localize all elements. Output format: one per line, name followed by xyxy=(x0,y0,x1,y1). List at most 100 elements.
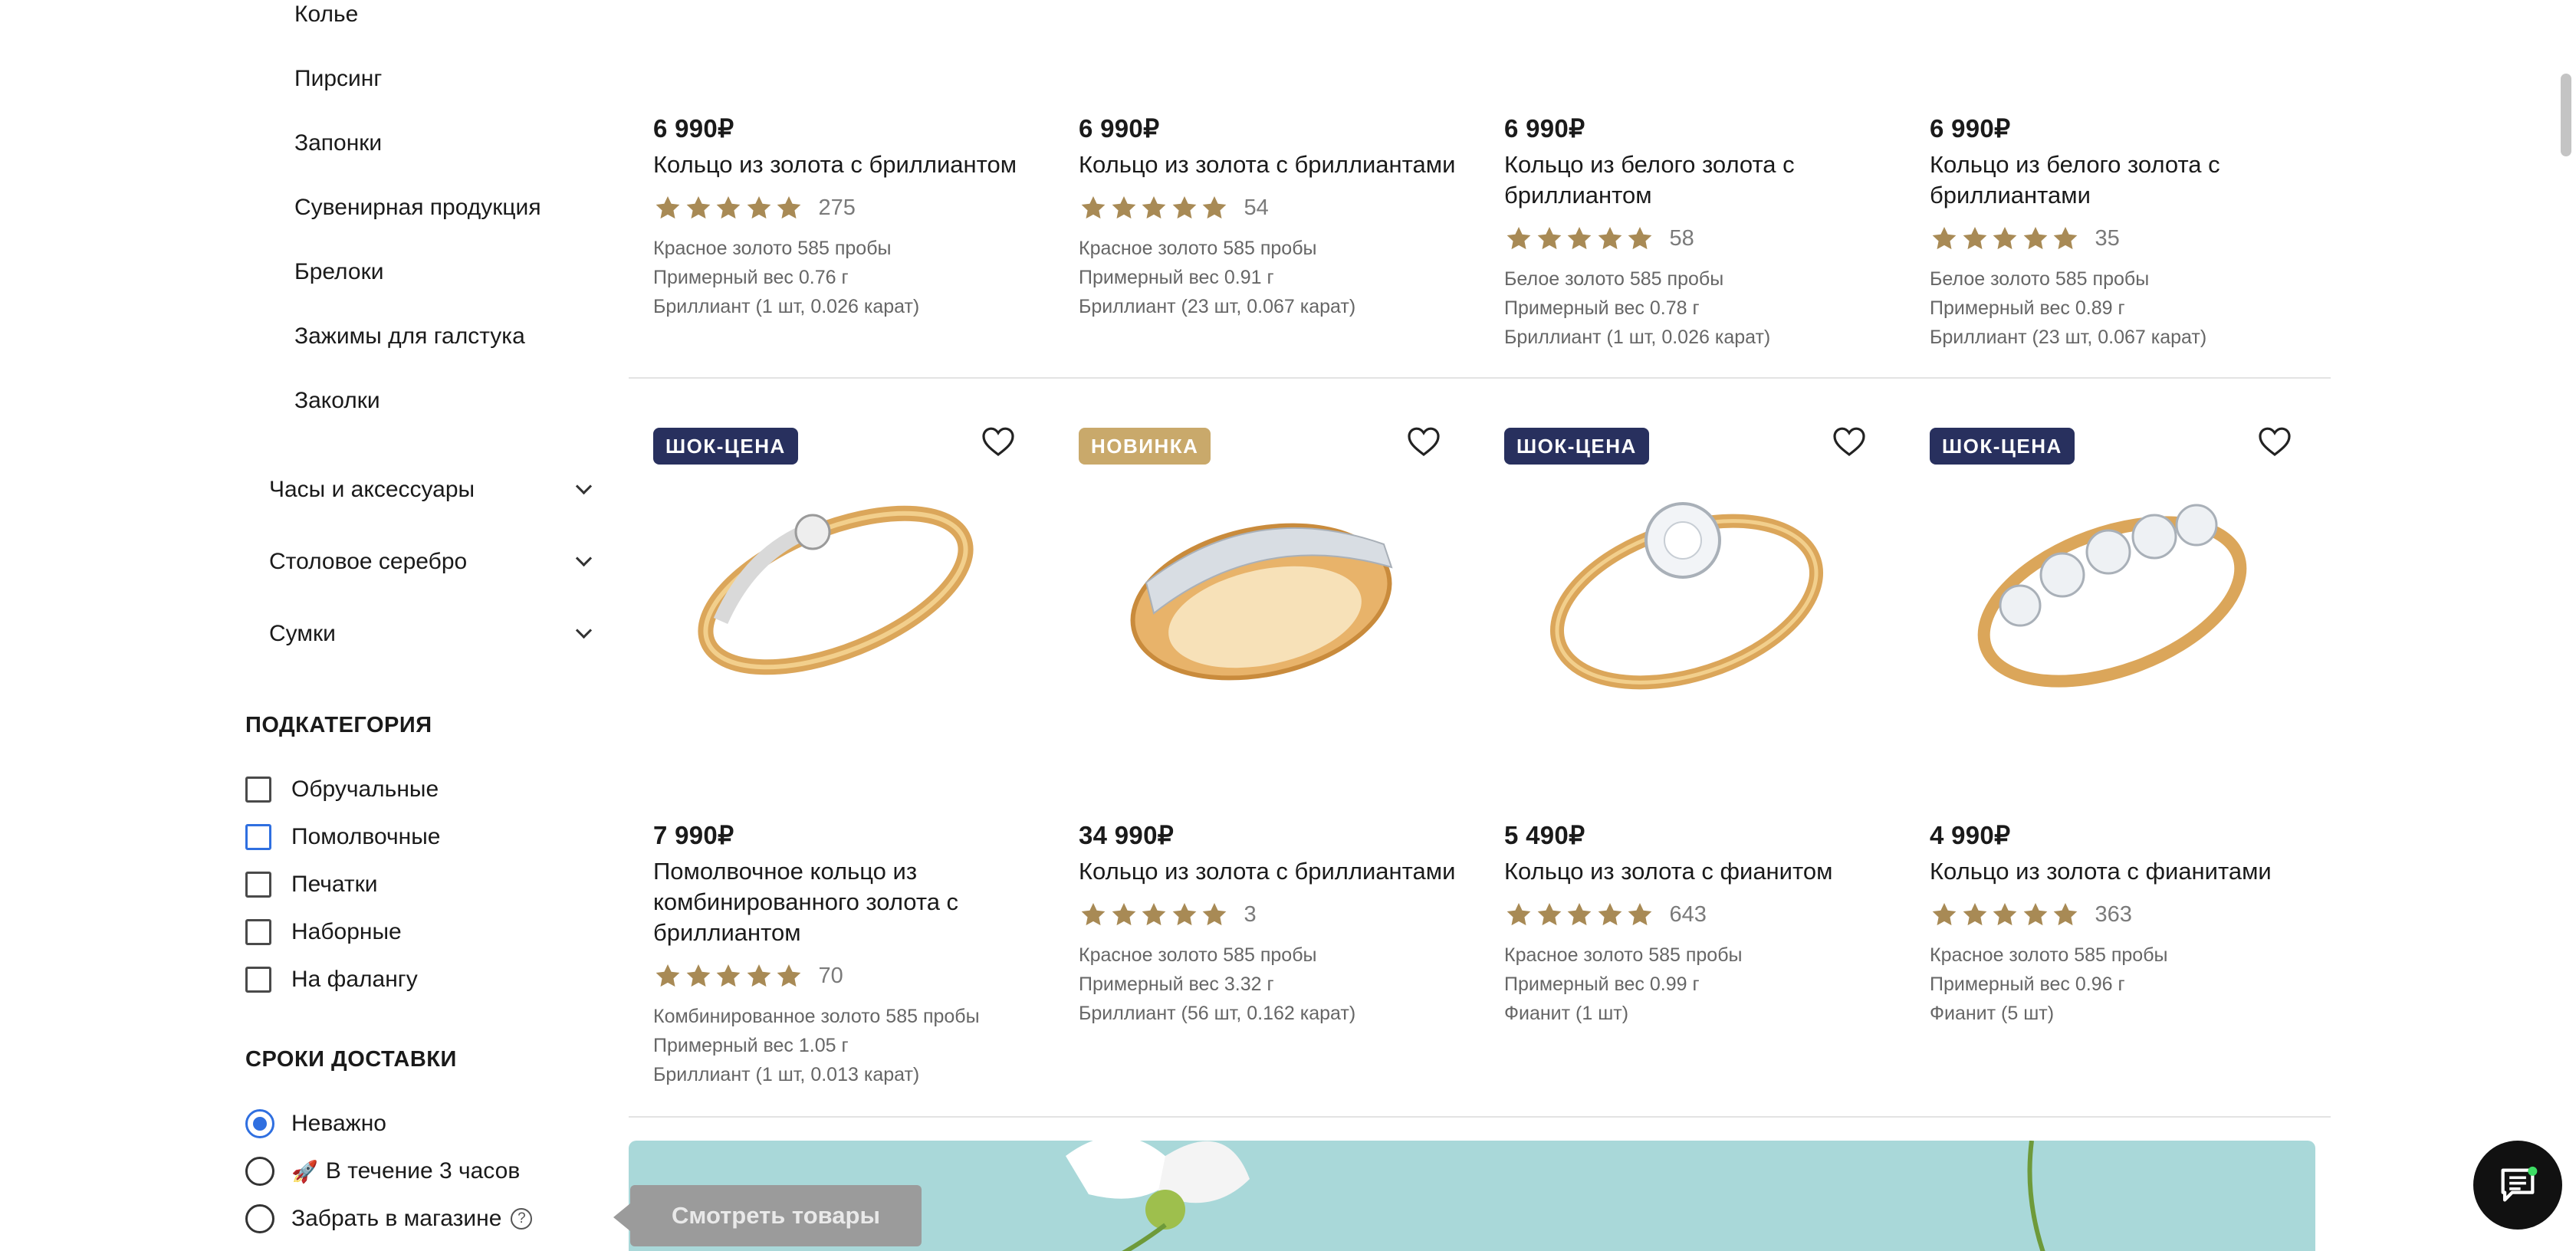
checkbox[interactable] xyxy=(245,967,271,993)
category-group-watches[interactable]: Часы и аксессуары xyxy=(269,473,596,507)
product-title[interactable]: Кольцо из золота с бриллиантами xyxy=(1079,149,1477,180)
star-icon xyxy=(1170,193,1199,222)
stars xyxy=(1079,900,1230,929)
chat-icon xyxy=(2501,1166,2538,1202)
product-title[interactable]: Кольцо из белого золота с бриллиантом xyxy=(1504,149,1903,211)
product-image-ring[interactable] xyxy=(1100,468,1422,713)
product-card[interactable]: 4 990₽ Кольцо из золота с фианитами 363 … xyxy=(1930,820,2328,1028)
delivery-option-3h[interactable]: 🚀 В течение 3 часов xyxy=(245,1155,520,1187)
subcategory-option[interactable]: На фалангу xyxy=(245,964,418,995)
product-rating: 70 xyxy=(653,960,1052,991)
product-title[interactable]: Кольцо из белого золота с бриллиантами xyxy=(1930,149,2328,211)
review-count[interactable]: 643 xyxy=(1670,902,1707,928)
star-icon xyxy=(2021,900,2050,929)
product-card[interactable]: 6 990₽ Кольцо из золота с бриллиантом 27… xyxy=(653,113,1052,321)
category-piercing[interactable]: Пирсинг xyxy=(294,66,382,92)
review-count[interactable]: 363 xyxy=(2095,902,2132,928)
checkbox-label: На фалангу xyxy=(291,967,418,992)
product-card[interactable]: 5 490₽ Кольцо из золота с фианитом 643 К… xyxy=(1504,820,1903,1028)
view-products-button[interactable]: Смотреть товары xyxy=(630,1185,922,1246)
product-price: 6 990₽ xyxy=(1504,114,1585,143)
product-title[interactable]: Кольцо из золота с фианитами xyxy=(1930,856,2328,887)
checkbox[interactable] xyxy=(245,777,271,803)
product-price: 34 990₽ xyxy=(1079,821,1175,849)
category-necklace[interactable]: Колье xyxy=(294,2,358,28)
subcategory-option[interactable]: Обручальные xyxy=(245,774,439,805)
spec-metal: Красное золото 585 пробы xyxy=(1079,238,1317,259)
product-rating: 35 xyxy=(1930,223,2328,254)
product-title[interactable]: Кольцо из золота с бриллиантом xyxy=(653,149,1052,180)
spec-stone: Бриллиант (23 шт, 0.067 карат) xyxy=(1079,296,1356,317)
subcategory-option[interactable]: Наборные xyxy=(245,917,402,947)
review-count[interactable]: 54 xyxy=(1244,195,1269,221)
category-tie-clips[interactable]: Зажимы для галстука xyxy=(294,323,525,350)
badge-new: НОВИНКА xyxy=(1079,428,1211,465)
subcategory-option[interactable]: Помолвочные xyxy=(245,822,440,852)
product-image-ring[interactable] xyxy=(1951,468,2273,713)
product-card[interactable]: 6 990₽ Кольцо из золота с бриллиантами 5… xyxy=(1079,113,1477,321)
review-count[interactable]: 275 xyxy=(819,195,856,221)
category-souvenirs[interactable]: Сувенирная продукция xyxy=(294,195,541,221)
heart-icon[interactable] xyxy=(980,423,1017,460)
star-icon xyxy=(1625,224,1654,253)
checkbox[interactable] xyxy=(245,919,271,945)
page-scrollbar[interactable] xyxy=(2561,74,2571,156)
product-rating: 363 xyxy=(1930,899,2328,930)
product-card[interactable]: 6 990₽ Кольцо из белого золота с бриллиа… xyxy=(1504,113,1903,352)
star-icon xyxy=(1595,900,1625,929)
category-group-bags[interactable]: Сумки xyxy=(269,617,596,651)
checkbox-label: Печатки xyxy=(291,872,378,897)
heart-icon[interactable] xyxy=(2256,423,2293,460)
checkbox-label: Помолвочные xyxy=(291,824,441,849)
star-icon xyxy=(2051,900,2080,929)
star-icon xyxy=(1535,224,1564,253)
star-icon xyxy=(1595,224,1625,253)
product-price: 6 990₽ xyxy=(1079,114,1160,143)
spec-weight: Примерный вес 1.05 г xyxy=(653,1035,849,1056)
help-icon[interactable]: ? xyxy=(511,1208,533,1230)
product-title[interactable]: Кольцо из золота с бриллиантами xyxy=(1079,856,1477,887)
heart-icon[interactable] xyxy=(1405,423,1442,460)
delivery-option-pickup[interactable]: Забрать в магазине ? xyxy=(245,1203,533,1235)
star-icon xyxy=(1139,900,1168,929)
chat-button[interactable] xyxy=(2473,1141,2562,1230)
heart-icon[interactable] xyxy=(1831,423,1868,460)
checkbox[interactable] xyxy=(245,824,271,850)
product-specs: Красное золото 585 пробы Примерный вес 0… xyxy=(1930,941,2328,1028)
radio-label: Забрать в магазине xyxy=(291,1206,502,1231)
product-image-ring[interactable] xyxy=(1526,468,1848,713)
category-hair-clips[interactable]: Заколки xyxy=(294,388,380,414)
spec-weight: Примерный вес 0.91 г xyxy=(1079,267,1274,288)
badge-shock-price: ШОК-ЦЕНА xyxy=(1930,428,2075,465)
product-image-ring[interactable] xyxy=(675,468,997,713)
product-card[interactable]: 7 990₽ Помолвочное кольцо из комбинирова… xyxy=(653,820,1052,1089)
spec-stone: Фианит (5 шт) xyxy=(1930,1003,2055,1024)
product-card[interactable]: 6 990₽ Кольцо из белого золота с бриллиа… xyxy=(1930,113,2328,352)
subcategory-option[interactable]: Печатки xyxy=(245,869,378,900)
review-count[interactable]: 58 xyxy=(1670,226,1694,251)
review-count[interactable]: 70 xyxy=(819,964,843,989)
category-keychains[interactable]: Брелоки xyxy=(294,259,383,285)
product-title[interactable]: Кольцо из золота с фианитом xyxy=(1504,856,1903,887)
stars xyxy=(1504,224,1656,253)
star-icon xyxy=(1960,224,1990,253)
badge-shock-price: ШОК-ЦЕНА xyxy=(653,428,798,465)
stars xyxy=(1930,224,2082,253)
review-count[interactable]: 35 xyxy=(2095,226,2120,251)
delivery-option-any[interactable]: Неважно xyxy=(245,1108,386,1140)
subcategory-title: ПОДКАТЕГОРИЯ xyxy=(245,713,432,737)
product-title[interactable]: Помолвочное кольцо из комбинированного з… xyxy=(653,856,1052,948)
radio-button[interactable] xyxy=(245,1109,274,1138)
radio-button[interactable] xyxy=(245,1157,274,1186)
review-count[interactable]: 3 xyxy=(1244,902,1257,928)
star-icon xyxy=(1990,900,2019,929)
checkbox[interactable] xyxy=(245,872,271,898)
radio-button[interactable] xyxy=(245,1204,274,1233)
category-group-silverware[interactable]: Столовое серебро xyxy=(269,545,596,579)
category-cufflinks[interactable]: Запонки xyxy=(294,130,382,156)
product-card[interactable]: 34 990₽ Кольцо из золота с бриллиантами … xyxy=(1079,820,1477,1028)
star-icon xyxy=(714,193,743,222)
star-icon xyxy=(1170,900,1199,929)
star-icon xyxy=(2051,224,2080,253)
spec-stone: Бриллиант (1 шт, 0.026 карат) xyxy=(653,296,920,317)
